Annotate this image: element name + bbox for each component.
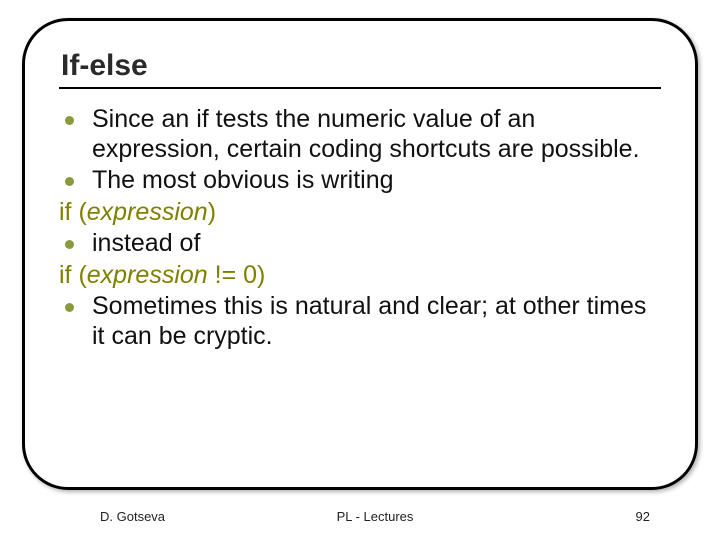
code-expression: expression — [87, 198, 208, 226]
code-text: if ( — [59, 261, 87, 289]
code-expression: expression — [87, 261, 208, 289]
footer-author: D. Gotseva — [0, 509, 283, 524]
bullet-text: The most obvious is writing — [92, 166, 661, 196]
slide-content: Since an if tests the numeric value of a… — [59, 105, 661, 351]
bullet-text: Sometimes this is natural and clear; at … — [92, 292, 661, 351]
bullet-icon — [65, 240, 74, 249]
footer-title: PL - Lectures — [283, 509, 466, 524]
bullet-item: Sometimes this is natural and clear; at … — [59, 292, 661, 351]
code-line: if (expression) — [59, 198, 661, 228]
code-text: if ( — [59, 198, 87, 226]
bullet-item: The most obvious is writing — [59, 166, 661, 196]
slide-footer: D. Gotseva PL - Lectures 92 — [0, 509, 720, 524]
bullet-icon — [65, 177, 74, 186]
bullet-icon — [65, 116, 74, 125]
slide-frame: If-else Since an if tests the numeric va… — [22, 18, 698, 490]
code-text: != 0) — [208, 261, 266, 289]
slide-title: If-else — [61, 49, 661, 83]
bullet-item: Since an if tests the numeric value of a… — [59, 105, 661, 164]
title-rule — [59, 87, 661, 89]
bullet-item: instead of — [59, 229, 661, 259]
code-text: ) — [208, 198, 216, 226]
bullet-text: Since an if tests the numeric value of a… — [92, 105, 661, 164]
footer-page-number: 92 — [467, 509, 720, 524]
bullet-text: instead of — [92, 229, 661, 259]
code-line: if (expression != 0) — [59, 261, 661, 291]
bullet-icon — [65, 303, 74, 312]
